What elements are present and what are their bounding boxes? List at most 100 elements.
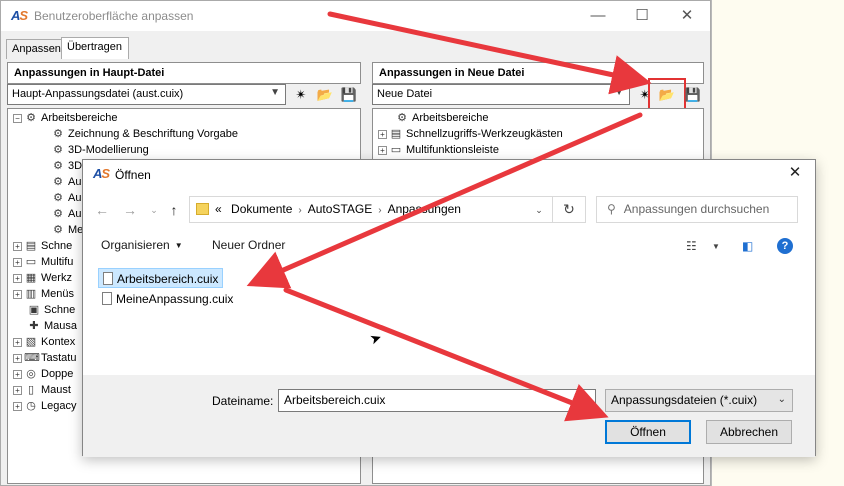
search-icon: ⚲ [607,202,616,216]
quick-props-icon: ▣ [28,304,40,316]
search-box[interactable]: ⚲ Anpassungen durchsuchen [596,196,798,223]
cancel-button[interactable]: Abbrechen [706,420,792,444]
help-icon[interactable]: ? [777,238,793,254]
gear-icon: ⚙ [53,176,63,188]
filetype-value: Anpassungsdateien (*.cuix) [611,393,758,407]
organize-button[interactable]: Organisieren ▼ [101,238,183,252]
tree-node[interactable]: ▣ Schne [13,302,75,318]
dialog-title-bar: AS Öffnen ✕ [83,160,815,190]
preview-pane-icon[interactable]: ◧ [742,239,753,253]
window-title: Benutzeroberfläche anpassen [34,9,194,23]
chevron-down-icon: ▼ [614,87,624,98]
gear-icon: ⚙ [397,112,407,124]
tab-uebertragen[interactable]: Übertragen [61,37,129,59]
up-arrow-icon[interactable]: ↑ [165,200,183,220]
tree-node[interactable]: ⚙ Au [51,174,81,190]
expand-icon[interactable]: + [13,385,22,395]
tree-node[interactable]: ⚙ Au [51,190,81,206]
tree-node[interactable]: + ◎ Doppe [13,366,73,382]
app-logo-icon: AS [93,166,110,181]
new-folder-button[interactable]: Neuer Ordner [212,238,285,252]
filetype-select[interactable]: Anpassungsdateien (*.cuix) ⌄ [605,389,793,412]
expand-icon[interactable]: + [378,129,387,139]
tree-node[interactable]: ✚ Mausa [13,318,77,334]
breadcrumb-anpassungen[interactable]: Anpassungen [388,202,461,216]
expand-icon[interactable]: + [13,369,22,379]
tree-node[interactable]: ⚙ 3D [51,158,82,174]
expand-icon[interactable]: + [13,353,22,363]
clock-icon: ◷ [26,400,36,412]
menu-icon: ▥ [25,288,37,300]
tree-node[interactable]: + ▭ Multifunktionsleiste [378,142,499,158]
tree-node[interactable]: ⚙ 3D-Modellierung [51,142,149,158]
tree-node[interactable]: − ⚙ Arbeitsbereiche [13,110,117,126]
double-click-icon: ◎ [26,368,36,380]
filename-input[interactable]: Arbeitsbereich.cuix [278,389,596,412]
tree-node[interactable]: + ⌨Tastatu [13,350,76,366]
tree-node[interactable]: + ◷ Legacy [13,398,76,414]
title-bar: AS Benutzeroberfläche anpassen — ☐ ✕ [1,1,710,31]
main-file-combo[interactable]: Haupt-Anpassungsdatei (aust.cuix) ▼ [7,84,286,105]
minimize-button[interactable]: — [583,5,613,27]
tree-node[interactable]: ⚙ Zeichnung & Beschriftung Vorgabe [51,126,238,142]
chevron-down-icon[interactable]: ▼ [712,242,720,251]
expand-icon[interactable]: + [13,337,22,347]
file-icon [102,292,112,305]
expand-icon[interactable]: + [378,145,387,155]
address-bar[interactable]: « Dokumente › AutoSTAGE › Anpassungen [189,196,586,223]
file-item[interactable]: MeineAnpassung.cuix [98,289,237,309]
maximize-button[interactable]: ☐ [627,5,657,27]
tree-node[interactable]: + ▧ Kontex [13,334,75,350]
close-button[interactable]: ✕ [672,5,702,27]
tree-node[interactable]: + ▤ Schnellzugriffs-Werkzeugkästen [378,126,563,142]
refresh-icon[interactable]: ↻ [552,197,585,222]
expand-icon[interactable]: + [13,401,22,411]
save-icon[interactable]: 💾 [684,86,702,104]
main-file-combo-value: Haupt-Anpassungsdatei (aust.cuix) [12,88,184,100]
tree-node[interactable]: + ▯ Maust [13,382,71,398]
new-file-icon[interactable]: ✴ [292,86,310,104]
open-button[interactable]: Öffnen [605,420,691,444]
gear-icon: ⚙ [53,128,63,140]
chevron-right-icon: › [298,205,302,216]
file-item[interactable]: Arbeitsbereich.cuix [98,268,224,288]
tree-node[interactable]: + ▭ Multifu [13,254,73,270]
expand-icon[interactable]: + [13,289,22,299]
search-input[interactable]: Anpassungen durchsuchen [624,202,769,216]
gear-icon: ⚙ [26,112,36,124]
expand-icon[interactable]: + [13,241,22,251]
tree-node[interactable]: + ▥ Menüs [13,286,74,302]
tree-node[interactable]: ⚙ Arbeitsbereiche [395,110,488,126]
toolbar-icon: ▤ [390,128,402,140]
tree-node[interactable]: + ▦ Werkz [13,270,72,286]
dialog-close-button[interactable]: ✕ [783,163,807,181]
gear-icon: ⚙ [53,208,63,220]
tree-node[interactable]: + ▤ Schne [13,238,72,254]
save-icon[interactable]: 💾 [340,86,358,104]
expand-icon[interactable]: + [13,257,22,267]
gear-icon: ⚙ [53,224,63,236]
open-folder-icon[interactable]: 📂 [316,86,334,104]
context-menu-icon: ▧ [25,336,37,348]
breadcrumb-dokumente[interactable]: Dokumente [231,202,292,216]
folder-icon: ▭ [25,256,37,268]
breadcrumb-autostage[interactable]: AutoSTAGE [308,202,372,216]
file-icon [103,272,113,285]
tree-node[interactable]: ⚙ Me [51,222,83,238]
tab-anpassen[interactable]: Anpassen [6,39,62,59]
chevron-down-icon: ⌄ [777,394,786,405]
back-arrow-icon[interactable]: ← [93,200,111,220]
tree-node[interactable]: ⚙ Au [51,206,81,222]
recent-dropdown-icon[interactable]: ⌄ [145,200,163,220]
toolbar-icon: ▤ [25,240,37,252]
gear-icon: ⚙ [53,144,63,156]
expand-icon[interactable]: + [13,273,22,283]
forward-arrow-icon[interactable]: → [121,200,139,220]
open-folder-icon[interactable]: 📂 [648,78,686,112]
address-dropdown-icon[interactable]: ⌄ [530,200,548,220]
view-options-icon[interactable]: ☷ [686,239,697,253]
collapse-icon[interactable]: − [13,113,22,123]
gear-icon: ⚙ [53,192,63,204]
chevron-down-icon: ▼ [174,241,183,250]
new-file-combo[interactable]: Neue Datei ▼ [372,84,630,105]
